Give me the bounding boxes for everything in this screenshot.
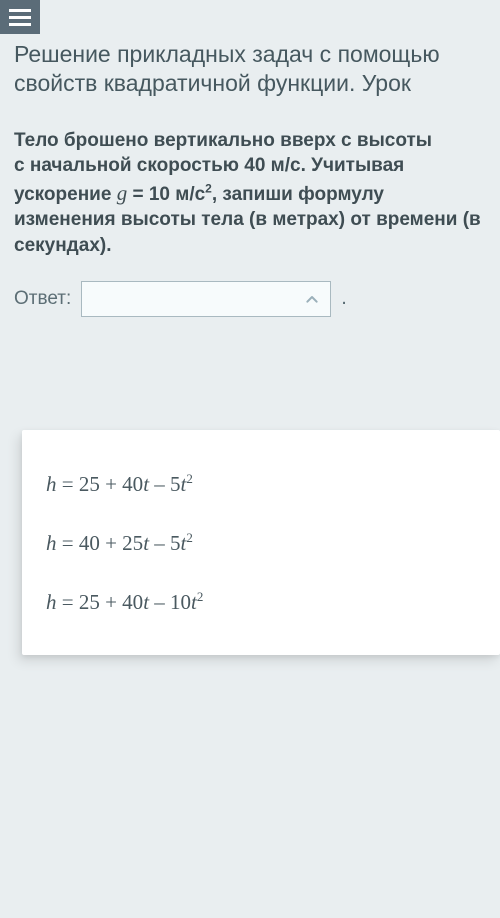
opt-h: h (46, 531, 57, 555)
opt-eq: = 25 + 40 (57, 590, 144, 614)
problem-line3c: , запиши формулу (212, 184, 384, 205)
dropdown-options-panel: h = 25 + 40t – 5t2 h = 40 + 25t – 5t2 h … (22, 430, 500, 655)
dropdown-option[interactable]: h = 25 + 40t – 5t2 (22, 454, 500, 513)
dropdown-option[interactable]: h = 25 + 40t – 10t2 (22, 572, 500, 631)
answer-label: Ответ: (14, 288, 71, 310)
opt-sup: 2 (197, 589, 204, 604)
answer-row: Ответ: . (0, 259, 500, 317)
problem-g-var: g (117, 181, 128, 205)
problem-line2: с начальной скоростью 40 м/с. Учитывая (14, 155, 404, 176)
opt-mid: – 5 (149, 531, 181, 555)
chevron-up-icon (294, 282, 330, 316)
problem-text: Тело брошено вертикально вверх с высоты … (0, 98, 500, 259)
opt-eq: = 40 + 25 (57, 531, 144, 555)
page-title: Решение прикладных задач с помощью свойс… (14, 40, 486, 98)
answer-period: . (341, 287, 347, 310)
opt-mid: – 5 (149, 472, 181, 496)
problem-line3b: = 10 м/с (127, 184, 205, 205)
hamburger-menu-button[interactable] (0, 0, 40, 34)
opt-sup: 2 (186, 530, 193, 545)
problem-line3a: ускорение (14, 184, 117, 205)
opt-h: h (46, 590, 57, 614)
problem-line4: изменения высоты тела (в метрах) от врем… (14, 209, 481, 230)
answer-dropdown[interactable] (81, 281, 331, 317)
opt-mid: – 10 (149, 590, 191, 614)
opt-eq: = 25 + 40 (57, 472, 144, 496)
page-title-block: Решение прикладных задач с помощью свойс… (0, 0, 500, 98)
problem-line5: секундах). (14, 235, 112, 256)
opt-h: h (46, 472, 57, 496)
problem-line1: Тело брошено вертикально вверх с высоты (14, 130, 432, 151)
app-root: Решение прикладных задач с помощью свойс… (0, 0, 500, 918)
dropdown-option[interactable]: h = 40 + 25t – 5t2 (22, 513, 500, 572)
problem-sup: 2 (205, 181, 212, 195)
opt-sup: 2 (186, 471, 193, 486)
